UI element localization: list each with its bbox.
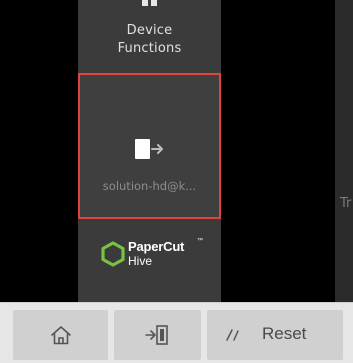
logo-text-hive: Hive [128,254,153,268]
home-button[interactable] [13,310,108,360]
sign-out-button[interactable] [114,310,201,360]
account-signout-tile[interactable]: solution-hd@k... [78,73,221,219]
logo-trademark: ™ [197,238,203,244]
device-functions-icon [142,0,157,6]
device-functions-text: Device Functions [117,23,182,56]
home-icon [51,326,71,345]
reset-slash-icon [226,329,239,341]
device-functions-label: Device Functions [78,22,221,58]
sign-out-icon [135,139,163,159]
device-functions-tile[interactable]: Device Functions [78,0,221,66]
reset-button[interactable]: Reset [207,310,343,360]
papercut-hexagon-icon [101,241,125,267]
logo-text-papercut: PaperCut [128,239,185,254]
reset-label: Reset [262,324,307,343]
papercut-hive-logo: PaperCut ™ Hive [100,238,203,274]
bottom-toolbar: Reset [0,302,353,363]
account-email-label: solution-hd@k... [102,179,197,193]
main-content-panel: Tr [335,0,353,302]
sidebar: Device Functions solution-hd@k... PaperC… [78,0,221,302]
content-partial-label: Tr [340,196,352,211]
sign-out-toolbar-icon [145,325,168,345]
